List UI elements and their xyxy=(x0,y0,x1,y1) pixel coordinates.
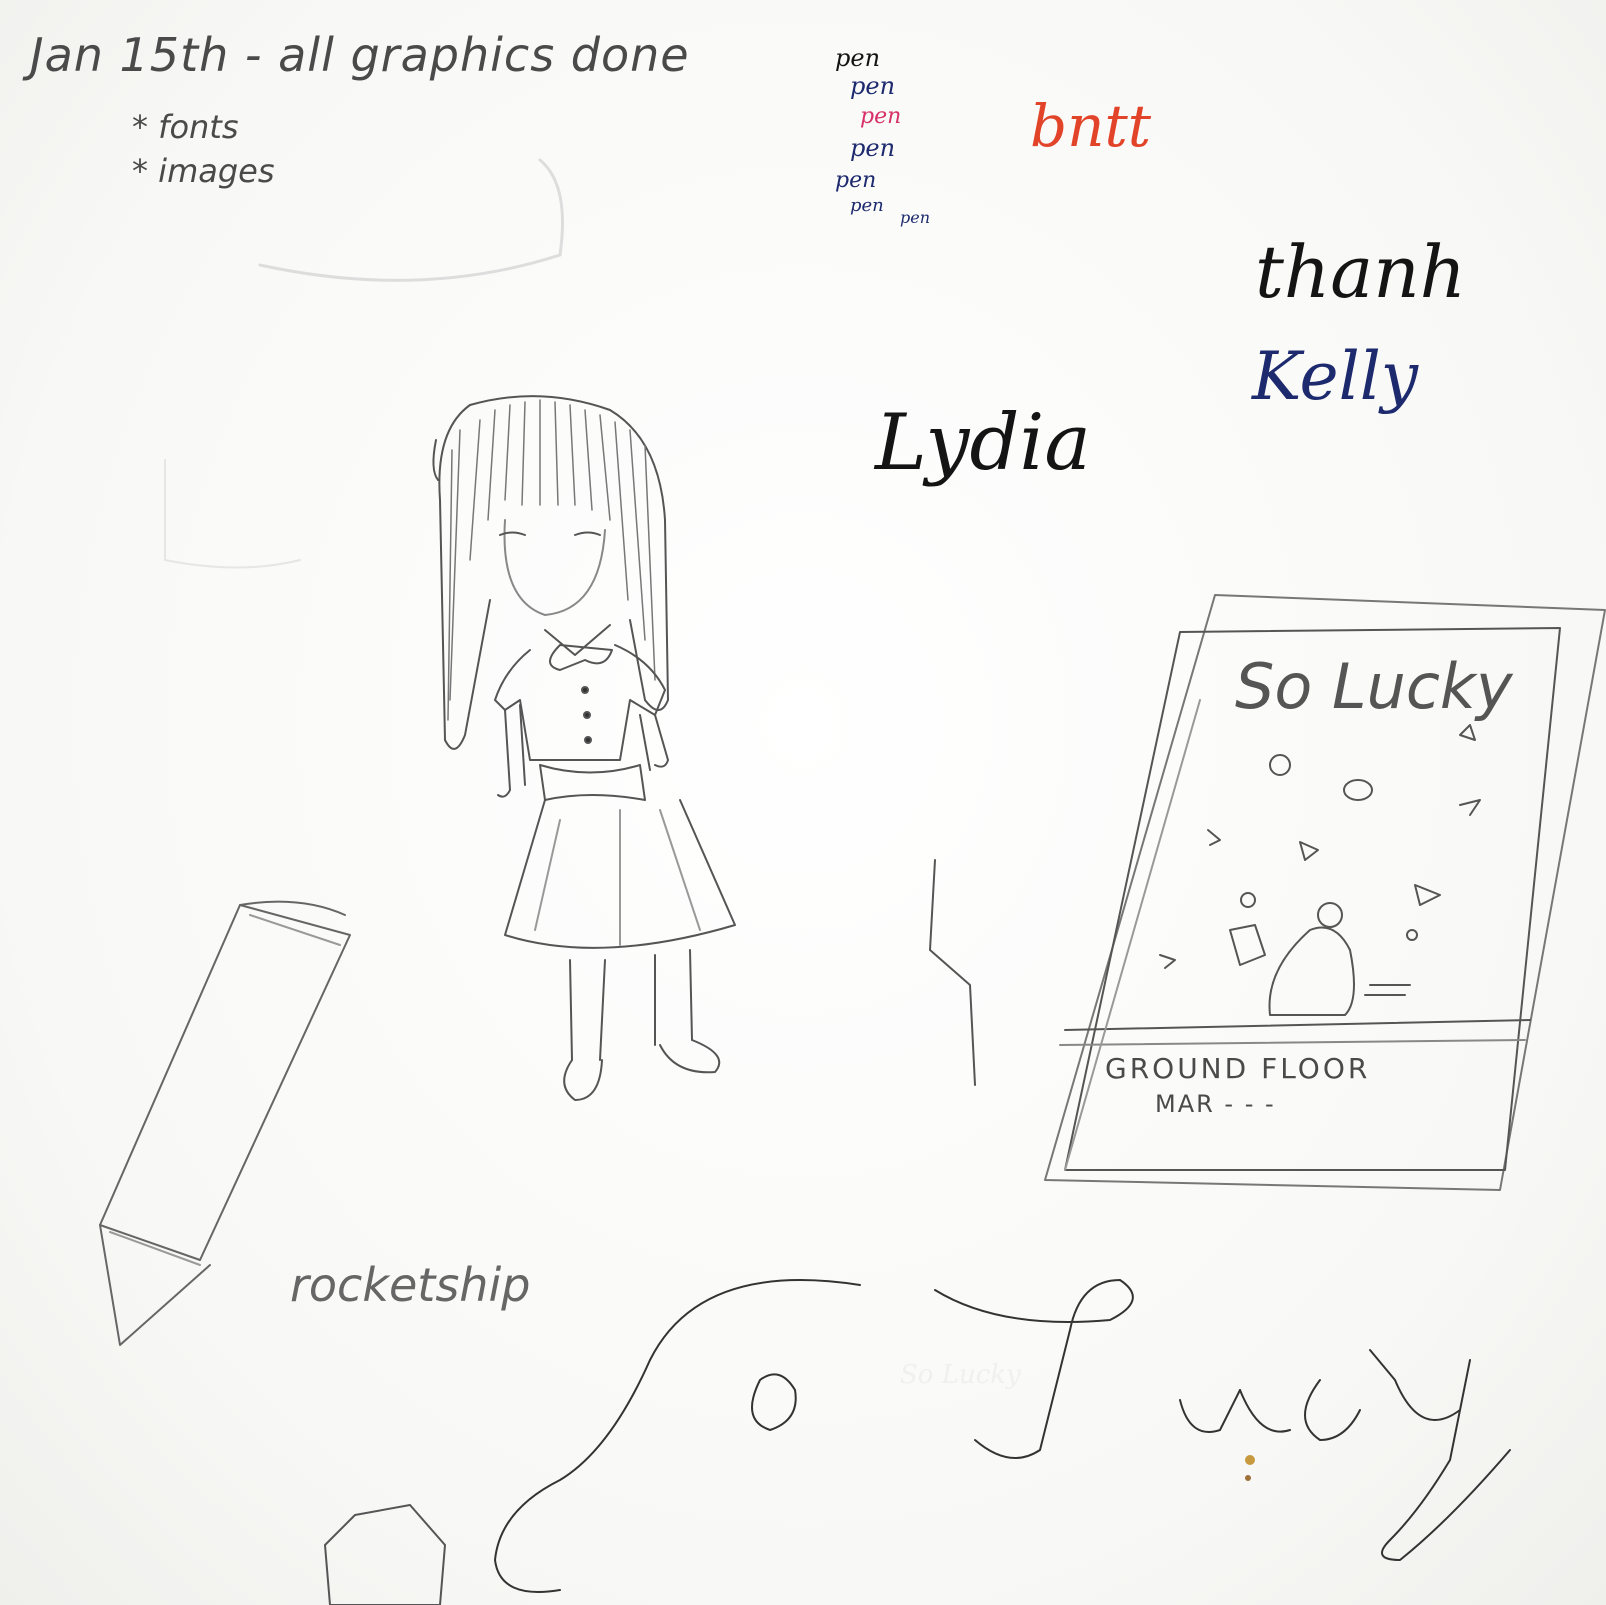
poster-sub: MAR - - - xyxy=(1155,1090,1276,1118)
big-title: So Lucky xyxy=(900,1360,1021,1390)
poster-title: So Lucky xyxy=(1235,650,1513,723)
pencil-sketches xyxy=(99,158,1606,1605)
poster-floor: GROUND FLOOR xyxy=(1105,1052,1371,1085)
ink-dot xyxy=(1245,1455,1255,1465)
zigzag-sketch xyxy=(929,859,976,1086)
eraser-smudge xyxy=(258,158,564,282)
so-lucky-flourish xyxy=(494,1279,1511,1593)
rocketship-label: rocketship xyxy=(290,1258,531,1312)
hexagon-sketch xyxy=(324,1504,446,1605)
eraser-smudge-left xyxy=(164,459,301,569)
ink-dot xyxy=(1245,1475,1251,1481)
girl-sketch xyxy=(432,395,736,1101)
